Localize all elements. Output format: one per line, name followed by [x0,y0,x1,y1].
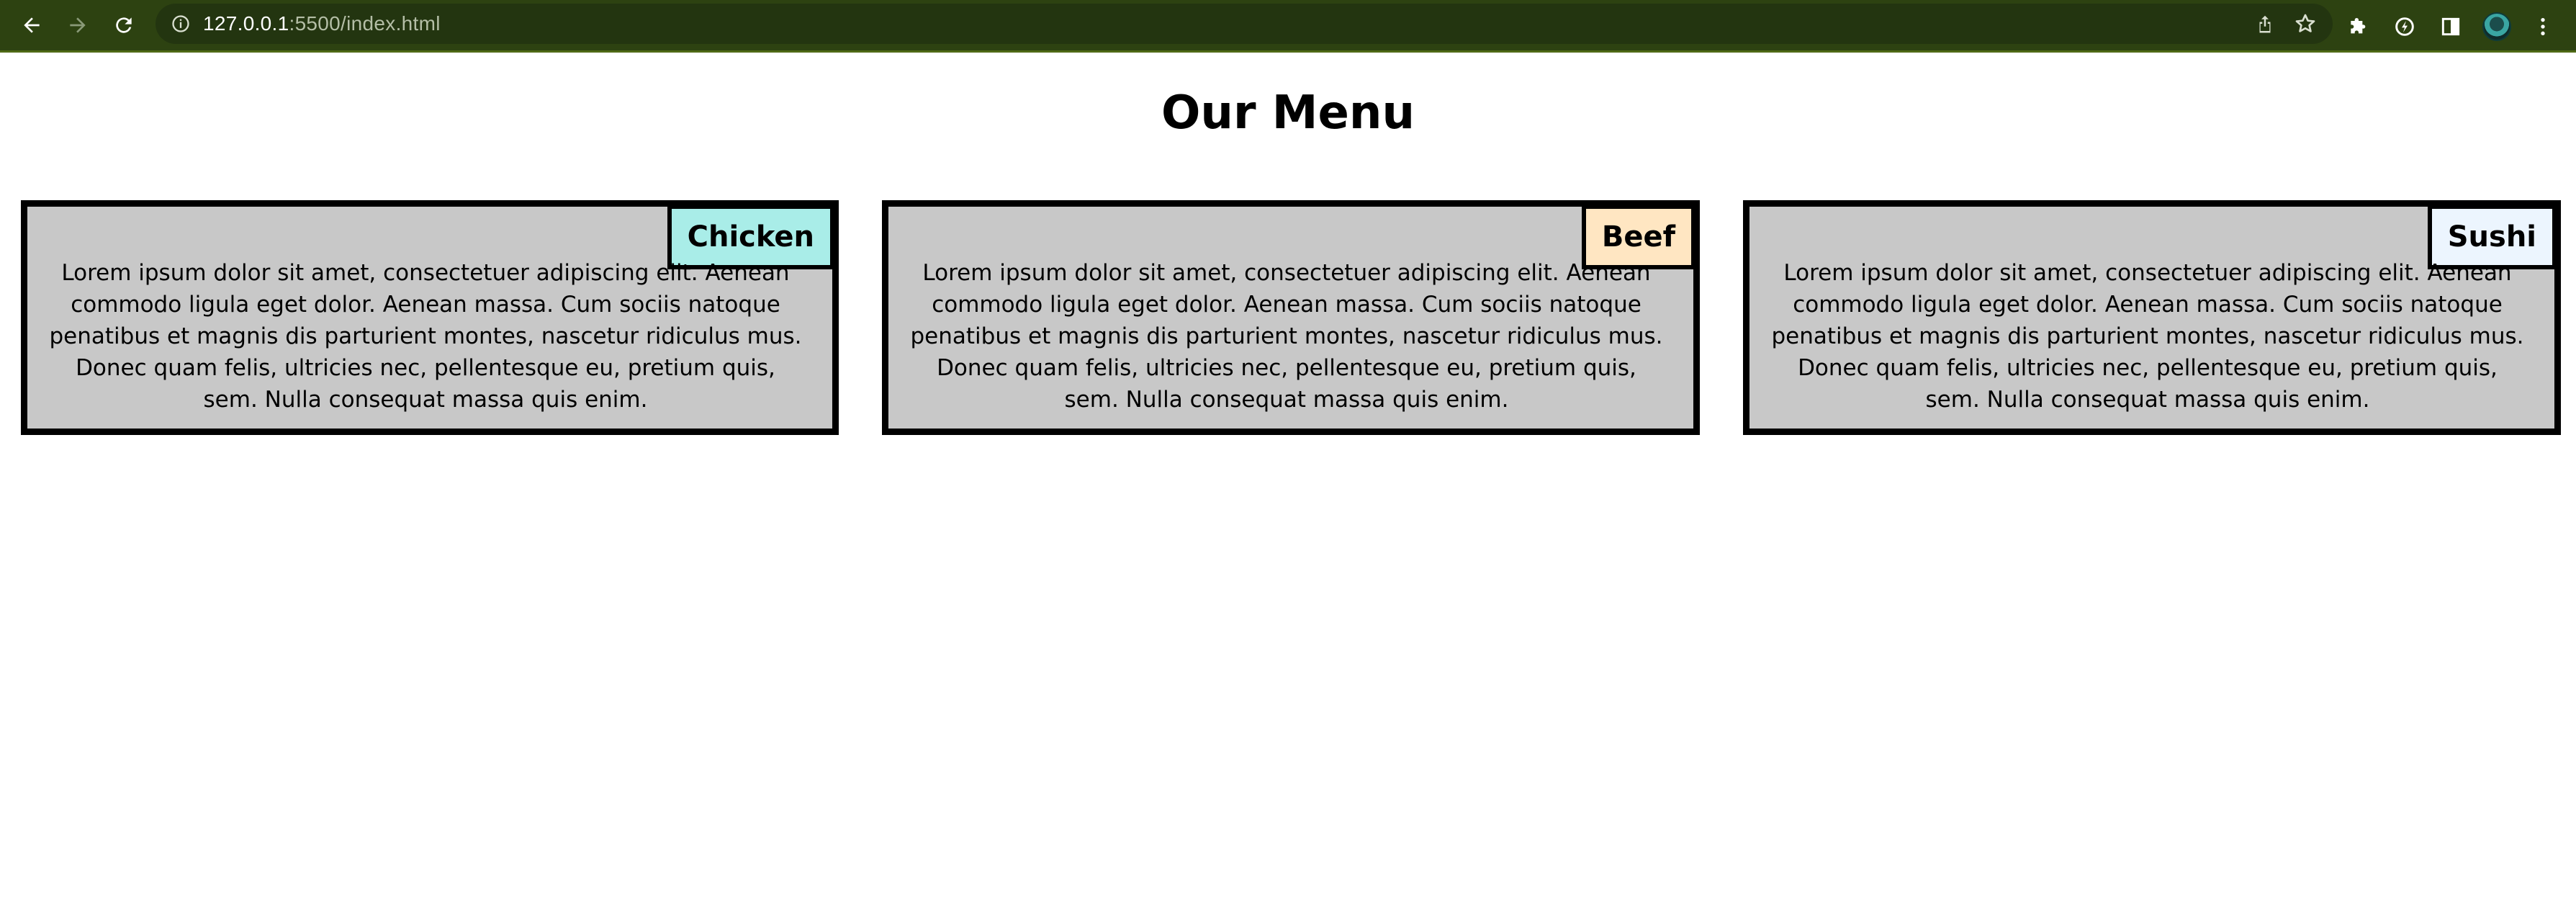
info-icon[interactable] [170,13,192,35]
forward-arrow-icon[interactable] [60,8,95,42]
profile-avatar[interactable] [2474,4,2520,50]
url-host: 127.0.0.1 [203,12,289,35]
reload-icon[interactable] [107,8,141,42]
card-description: Lorem ipsum dolor sit amet, consectetuer… [910,260,1663,413]
browser-toolbar: 127.0.0.1:5500/index.html [0,0,2576,53]
page-title: Our Menu [1161,86,1415,140]
side-panel-icon[interactable] [2428,4,2474,50]
card-description: Lorem ipsum dolor sit amet, consectetuer… [49,260,802,413]
puzzle-icon[interactable] [2336,4,2382,50]
star-icon[interactable] [2285,4,2325,44]
address-bar[interactable]: 127.0.0.1:5500/index.html [156,4,2333,44]
url-path: :5500/index.html [289,12,441,35]
kebab-menu-icon[interactable] [2520,4,2566,50]
menu-card-sushi: Sushi Lorem ipsum dolor sit amet, consec… [1743,200,2561,435]
url-text[interactable]: 127.0.0.1:5500/index.html [203,12,441,35]
menu-card-beef: Beef Lorem ipsum dolor sit amet, consect… [882,200,1700,435]
card-description: Lorem ipsum dolor sit amet, consectetuer… [1771,260,2524,413]
back-arrow-icon[interactable] [14,8,49,42]
avatar [2482,12,2511,41]
menu-cards: Chicken Lorem ipsum dolor sit amet, cons… [21,200,2561,435]
share-icon[interactable] [2245,4,2285,44]
menu-card-chicken: Chicken Lorem ipsum dolor sit amet, cons… [21,200,839,435]
sync-icon[interactable] [2382,4,2428,50]
